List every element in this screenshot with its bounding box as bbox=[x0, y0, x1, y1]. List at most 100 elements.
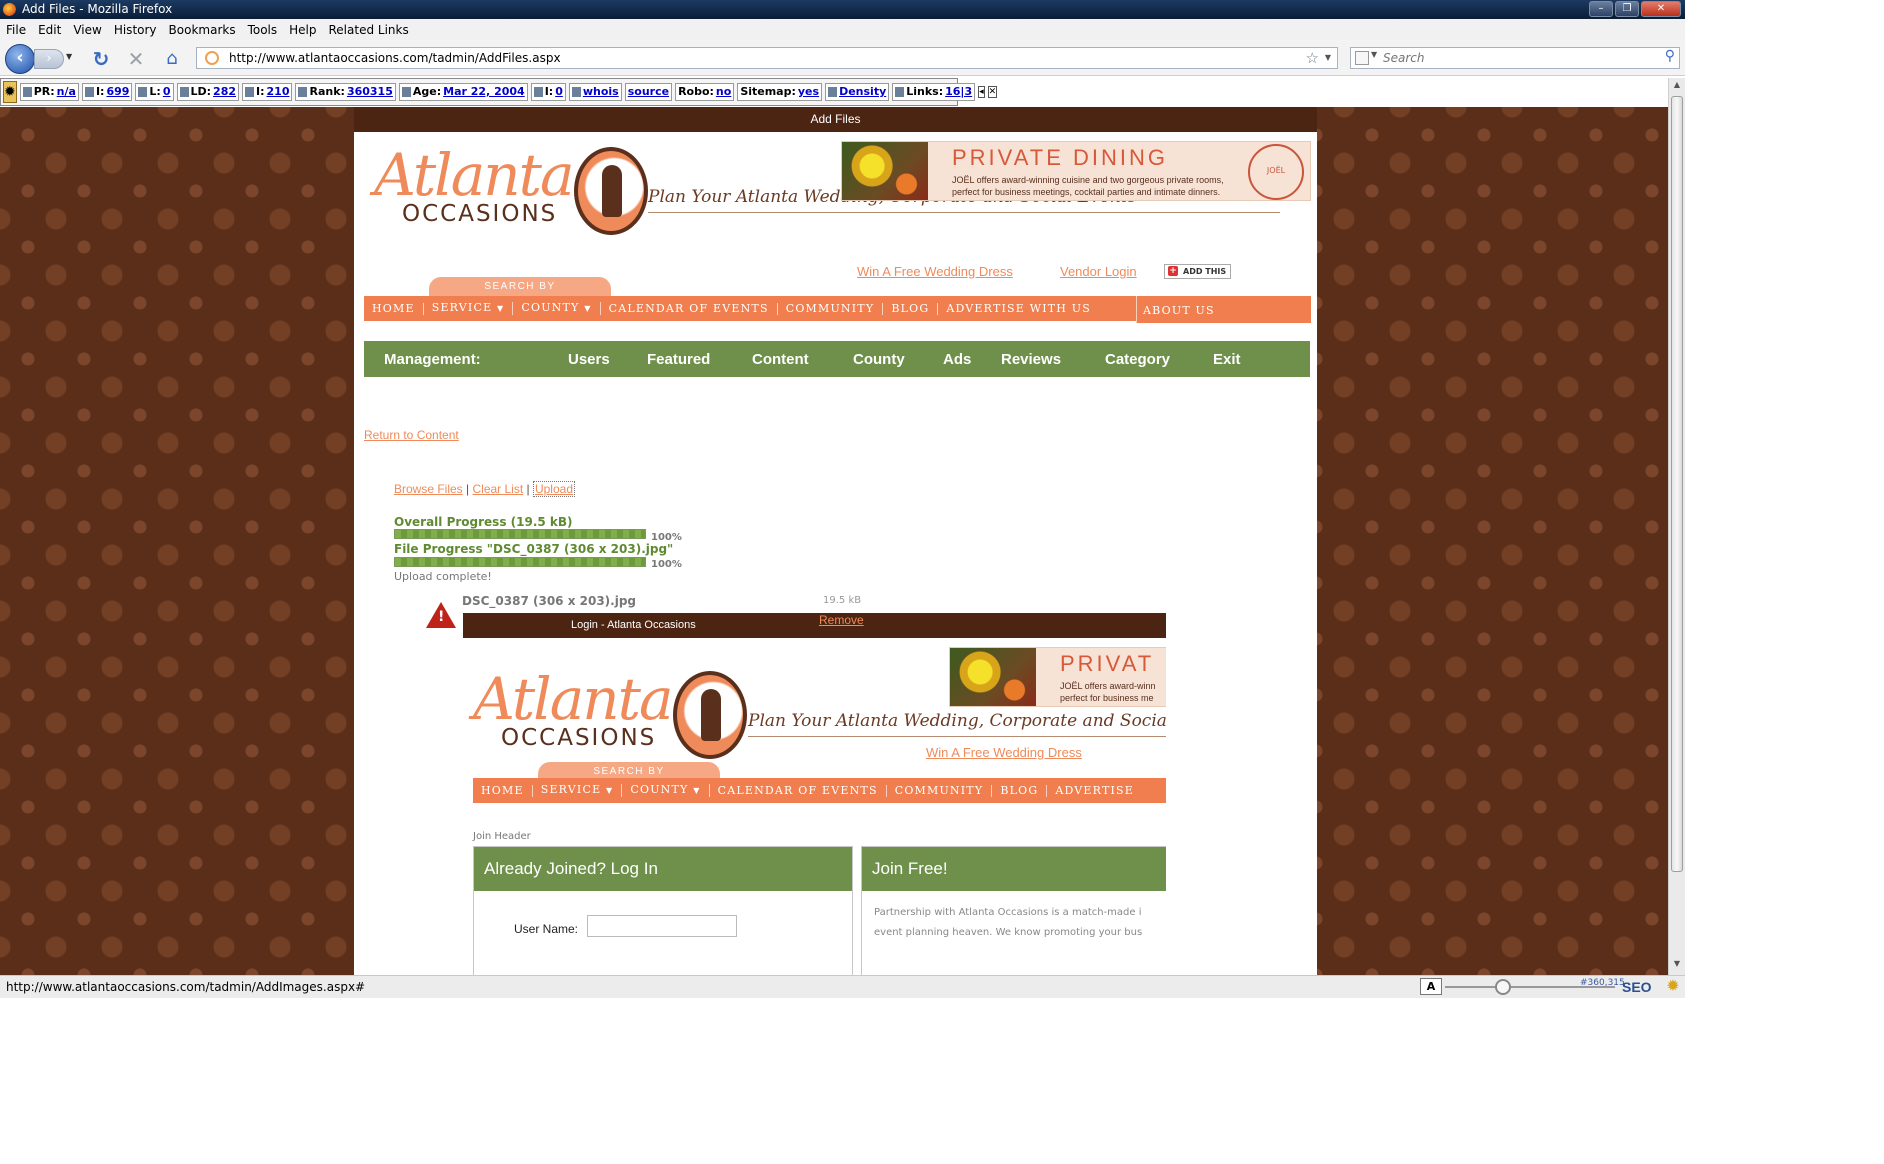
browse-files-link[interactable]: Browse Files bbox=[394, 482, 463, 496]
bookmark-star-icon[interactable]: ☆ bbox=[1306, 48, 1319, 68]
mgmt-exit[interactable]: Exit bbox=[1213, 351, 1241, 368]
seo-l-link[interactable]: 0 bbox=[163, 84, 171, 100]
site-identity-icon[interactable] bbox=[205, 51, 219, 65]
search-box[interactable]: ▼ ⚲ bbox=[1350, 47, 1680, 69]
menu-help[interactable]: Help bbox=[289, 23, 316, 37]
close-button[interactable]: ✕ bbox=[1641, 1, 1681, 17]
mgmt-users[interactable]: Users bbox=[568, 351, 610, 368]
frame-win-wedding-dress-link[interactable]: Win A Free Wedding Dress bbox=[926, 745, 1082, 760]
username-input[interactable] bbox=[587, 915, 737, 937]
seo-whois-link[interactable]: whois bbox=[583, 84, 619, 100]
seo-ld-link[interactable]: 282 bbox=[213, 84, 236, 100]
mgmt-category[interactable]: Category bbox=[1105, 351, 1170, 368]
search-engine-dropdown-icon[interactable]: ▼ bbox=[1371, 50, 1377, 59]
return-to-content-link[interactable]: Return to Content bbox=[364, 428, 459, 442]
seo-i3-label: I: bbox=[544, 85, 554, 98]
google-icon bbox=[22, 87, 32, 97]
ad-flowers-image bbox=[842, 142, 928, 200]
reload-icon[interactable]: ↻ bbox=[90, 48, 112, 70]
history-dropdown-icon[interactable]: ▼ bbox=[66, 52, 72, 61]
site-logo[interactable]: Atlanta OCCASIONS bbox=[374, 141, 664, 251]
mgmt-content[interactable]: Content bbox=[752, 351, 809, 368]
nav-calendar[interactable]: CALENDAR OF EVENTS bbox=[601, 302, 778, 315]
seo-i3-link[interactable]: 0 bbox=[555, 84, 563, 100]
file-progress-label: File Progress "DSC_0387 (306 x 203).jpg" bbox=[394, 542, 674, 556]
menu-file[interactable]: File bbox=[6, 23, 26, 37]
nav-home[interactable]: HOME bbox=[364, 302, 424, 315]
win-wedding-dress-link[interactable]: Win A Free Wedding Dress bbox=[857, 264, 1013, 279]
vendor-login-link[interactable]: Vendor Login bbox=[1060, 264, 1137, 279]
mgmt-county[interactable]: County bbox=[853, 351, 905, 368]
seo-i1-label: I: bbox=[95, 85, 105, 98]
seo-robo-link[interactable]: no bbox=[716, 84, 731, 100]
seo-logo[interactable]: SEO bbox=[1622, 976, 1652, 998]
seo-yahoo-links: L: 0 bbox=[135, 83, 174, 101]
upload-link[interactable]: Upload bbox=[532, 481, 575, 497]
frame-site-logo[interactable]: Atlanta OCCASIONS bbox=[473, 665, 763, 775]
private-dining-ad[interactable]: PRIVATE DINING JOËL offers award-winning… bbox=[841, 141, 1311, 201]
seo-density-link[interactable]: Density bbox=[839, 84, 886, 100]
seo-source-link[interactable]: source bbox=[628, 84, 669, 100]
frame-nav-advertise[interactable]: ADVERTISE bbox=[1047, 784, 1142, 797]
seo-links-link[interactable]: 16|3 bbox=[945, 84, 972, 100]
logo-occasions-text: OCCASIONS bbox=[402, 201, 558, 227]
nav-advertise[interactable]: ADVERTISE WITH US bbox=[938, 302, 1099, 315]
url-text[interactable]: http://www.atlantaoccasions.com/tadmin/A… bbox=[229, 51, 561, 65]
frame-nav-service[interactable]: SERVICE ▼ bbox=[533, 784, 623, 797]
remove-file-link[interactable]: Remove bbox=[819, 613, 864, 627]
frame-nav-community[interactable]: COMMUNITY bbox=[887, 784, 993, 797]
search-engine-icon[interactable] bbox=[1355, 51, 1369, 65]
addthis-button[interactable]: ADD THIS bbox=[1164, 264, 1232, 279]
scroll-up-icon[interactable]: ▲ bbox=[1671, 80, 1683, 94]
seo-i1-link[interactable]: 699 bbox=[106, 84, 129, 100]
menu-view[interactable]: View bbox=[73, 23, 101, 37]
frame-private-dining-ad[interactable]: PRIVAT JOËL offers award-winn perfect fo… bbox=[949, 647, 1166, 707]
seo-gear-icon[interactable]: ✹ bbox=[3, 81, 17, 103]
seo-sitemap-link[interactable]: yes bbox=[798, 84, 819, 100]
menu-related-links[interactable]: Related Links bbox=[329, 23, 409, 37]
menu-history[interactable]: History bbox=[114, 23, 157, 37]
frame-nav-county[interactable]: COUNTY ▼ bbox=[622, 784, 710, 797]
login-panel-body: User Name: bbox=[474, 891, 852, 937]
forward-button[interactable]: › bbox=[34, 49, 64, 69]
scroll-down-icon[interactable]: ▼ bbox=[1671, 959, 1683, 973]
zoom-slider-knob[interactable] bbox=[1495, 979, 1511, 995]
seo-close-icon[interactable]: ✕ bbox=[987, 86, 998, 98]
seo-pr-link[interactable]: n/a bbox=[57, 84, 76, 100]
nav-county[interactable]: COUNTY ▼ bbox=[513, 302, 601, 315]
clear-list-link[interactable]: Clear List bbox=[472, 482, 523, 496]
nav-community[interactable]: COMMUNITY bbox=[778, 302, 884, 315]
seo-rank-link[interactable]: 360315 bbox=[347, 84, 393, 100]
address-bar[interactable]: http://www.atlantaoccasions.com/tadmin/A… bbox=[196, 47, 1338, 69]
seo-toggle-icon[interactable]: ◂ bbox=[978, 86, 985, 98]
menu-bookmarks[interactable]: Bookmarks bbox=[169, 23, 236, 37]
nav-blog[interactable]: BLOG bbox=[883, 302, 939, 315]
minimize-button[interactable]: – bbox=[1589, 1, 1613, 17]
file-progress-percent: 100% bbox=[651, 559, 682, 570]
frame-nav-blog[interactable]: BLOG bbox=[992, 784, 1048, 797]
seo-settings-gear-icon[interactable]: ✹ bbox=[1664, 977, 1682, 995]
menu-edit[interactable]: Edit bbox=[38, 23, 61, 37]
frame-ad-text: JOËL offers award-winn perfect for busin… bbox=[1060, 681, 1156, 703]
mgmt-ads[interactable]: Ads bbox=[943, 351, 971, 368]
back-button[interactable]: ‹ bbox=[5, 44, 35, 74]
zoom-mode-icon[interactable]: A bbox=[1420, 978, 1442, 995]
frame-nav-calendar[interactable]: CALENDAR OF EVENTS bbox=[710, 784, 887, 797]
scrollbar-thumb[interactable] bbox=[1671, 96, 1683, 872]
stop-icon[interactable]: ✕ bbox=[125, 48, 147, 70]
nav-about-us[interactable]: ABOUT US bbox=[1136, 296, 1311, 323]
url-dropdown-icon[interactable]: ▼ bbox=[1325, 48, 1331, 68]
seo-i2-link[interactable]: 210 bbox=[267, 84, 290, 100]
home-icon[interactable]: ⌂ bbox=[160, 48, 184, 70]
menu-tools[interactable]: Tools bbox=[248, 23, 278, 37]
mgmt-reviews[interactable]: Reviews bbox=[1001, 351, 1061, 368]
search-icon[interactable]: ⚲ bbox=[1665, 48, 1675, 64]
vertical-scrollbar[interactable]: ▲ ▼ bbox=[1668, 78, 1685, 975]
search-input[interactable] bbox=[1383, 49, 1643, 67]
frame-tagline-divider bbox=[748, 736, 1166, 737]
frame-nav-home[interactable]: HOME bbox=[473, 784, 533, 797]
maximize-button[interactable]: ❐ bbox=[1615, 1, 1639, 17]
mgmt-featured[interactable]: Featured bbox=[647, 351, 710, 368]
nav-service[interactable]: SERVICE ▼ bbox=[424, 302, 514, 315]
seo-age-link[interactable]: Mar 22, 2004 bbox=[443, 84, 525, 100]
